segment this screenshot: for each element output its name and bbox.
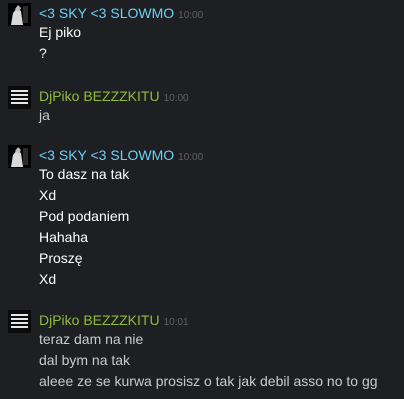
timestamp: 10:00 — [178, 10, 204, 21]
message-text: teraz dam na nie — [39, 331, 144, 347]
message-text: ? — [39, 45, 47, 61]
message-text: Xd — [39, 271, 57, 287]
message-text: aleee ze se kurwa prosisz o tak jak debi… — [39, 373, 378, 389]
message-text: Ej piko — [39, 24, 82, 40]
avatar[interactable] — [8, 3, 31, 26]
message-text: ja — [39, 107, 50, 123]
message-text: Pod podaniem — [39, 208, 130, 224]
timestamp: 10:00 — [163, 93, 189, 104]
message-text: Hahaha — [39, 229, 89, 245]
message-text: To dasz na tak — [39, 166, 130, 182]
avatar[interactable] — [8, 310, 31, 333]
sender-name[interactable]: DjPiko BEZZZKITU — [39, 312, 160, 328]
message-text: dal bym na tak — [39, 352, 131, 368]
avatar[interactable] — [8, 86, 31, 109]
sender-name[interactable]: DjPiko BEZZZKITU — [39, 88, 160, 104]
message-text: Proszę — [39, 250, 83, 266]
sender-name[interactable]: <3 SKY <3 SLOWMO — [39, 5, 174, 21]
timestamp: 10:01 — [163, 317, 189, 328]
sender-name[interactable]: <3 SKY <3 SLOWMO — [39, 147, 174, 163]
message-text: Xd — [39, 187, 57, 203]
timestamp: 10:00 — [178, 152, 204, 163]
avatar[interactable] — [8, 145, 31, 168]
